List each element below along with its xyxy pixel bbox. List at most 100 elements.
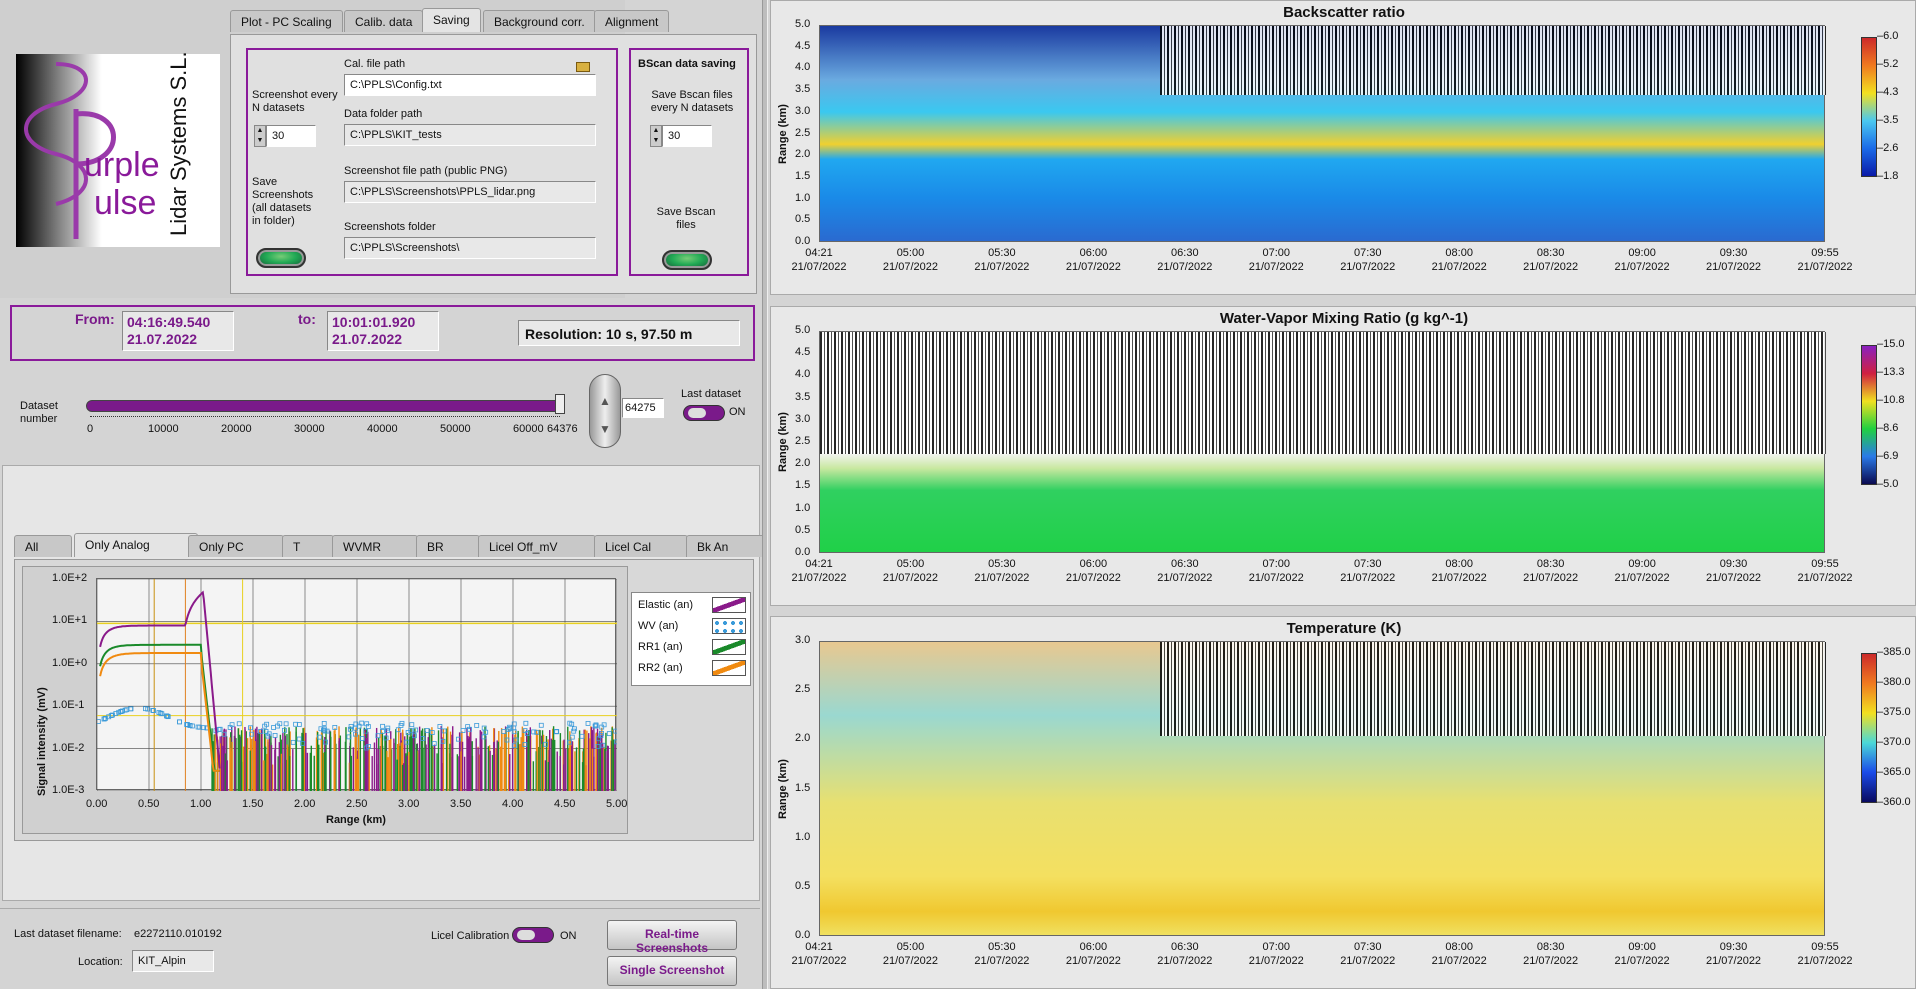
plot-xtick-time: 09:00 — [1628, 558, 1656, 570]
dataset-tick-2: 20000 — [221, 423, 252, 435]
single-screenshot-button[interactable]: Single Screenshot — [607, 956, 737, 986]
save-screenshots-label: Save Screenshots (all datasets in folder… — [252, 176, 314, 227]
plot-xtick-time: 08:00 — [1445, 558, 1473, 570]
legend-label: RR2 (an) — [638, 662, 683, 674]
plot-xtick: 08:00 21/07/2022 — [1431, 557, 1487, 585]
wv-point — [613, 728, 619, 734]
plot-xtick-time: 05:00 — [896, 558, 925, 570]
plot-ytick: 3.0 — [795, 412, 811, 425]
plot-xtick-time: 06:30 — [1171, 247, 1199, 259]
plot-xtick-date: 21/07/2022 — [974, 572, 1030, 584]
tab-only-analog[interactable]: Only Analog — [74, 533, 198, 557]
tab-saving[interactable]: Saving — [422, 8, 481, 32]
plot-xtick: 08:00 21/07/2022 — [1431, 940, 1487, 968]
data-folder-input[interactable]: C:\PPLS\KIT_tests — [344, 124, 596, 146]
tab-background-corr[interactable]: Background corr. — [483, 10, 596, 32]
tab-bk-an[interactable]: Bk An — [686, 535, 766, 557]
tab-br[interactable]: BR — [416, 535, 480, 557]
plot-xtick-date: 21/07/2022 — [1248, 261, 1304, 273]
plot-xtick-time: 04:21 — [805, 941, 833, 953]
screenshot-path-input[interactable]: C:\PPLS\Screenshots\PPLS_lidar.png — [344, 181, 596, 203]
last-dataset-toggle[interactable] — [683, 405, 725, 421]
colorbar-tick: –15.0 — [1877, 338, 1905, 350]
plot-xtick: 08:30 21/07/2022 — [1523, 246, 1579, 274]
plot-xtick-date: 21/07/2022 — [1340, 955, 1396, 967]
signal-xtick: 1.50 — [242, 798, 264, 810]
signal-xtick: 4.50 — [554, 798, 576, 810]
screenshots-folder-input[interactable]: C:\PPLS\Screenshots\ — [344, 237, 596, 259]
tab-licel-off[interactable]: Licel Off_mV — [478, 535, 596, 557]
resolution-display: Resolution: 10 s, 97.50 m — [518, 320, 740, 346]
screenshot-every-spinner[interactable]: ▲ ▼ — [254, 125, 266, 147]
logo-brand-1: urple — [84, 146, 160, 184]
wv-point — [177, 719, 182, 725]
plot-xtick: 06:30 21/07/2022 — [1157, 557, 1213, 585]
save-screenshots-toggle[interactable] — [256, 248, 306, 268]
dataset-stepper[interactable]: ▲ ▼ — [589, 374, 621, 448]
tab-licel-cal[interactable]: Licel Cal — [594, 535, 688, 557]
dataset-tick-0: 0 — [87, 423, 94, 435]
plot-xtick: 09:30 21/07/2022 — [1706, 557, 1762, 585]
legend-swatch — [712, 618, 746, 634]
signal-ytick: 1.0E-3 — [52, 784, 85, 796]
tab-wvmr[interactable]: WVMR — [332, 535, 418, 557]
tab-plot-pc-scaling[interactable]: Plot - PC Scaling — [230, 10, 343, 32]
colorbar-tick: –1.8 — [1877, 170, 1899, 182]
plot-xtick-time: 06:30 — [1171, 558, 1199, 570]
plot-xtick: 09:55 21/07/2022 — [1797, 940, 1853, 968]
to-time-value: 10:01:01.920 — [332, 314, 416, 330]
plot-xtick: 07:00 21/07/2022 — [1248, 246, 1304, 274]
dataset-tick-4: 40000 — [367, 423, 398, 435]
plot-xtick-time: 09:30 — [1719, 941, 1748, 953]
dataset-slider-ticks — [90, 416, 560, 422]
tab-calib-data[interactable]: Calib. data — [344, 10, 424, 32]
plot-xtick-date: 21/07/2022 — [1065, 572, 1121, 584]
to-time: 10:01:01.920 21.07.2022 — [327, 311, 439, 351]
plot-ytick: 3.5 — [795, 390, 811, 403]
screenshot-every-input[interactable]: 30 — [266, 125, 316, 147]
colorbar-tick: –380.0 — [1877, 676, 1911, 688]
plot-xtick-date: 21/07/2022 — [974, 261, 1030, 273]
plot-ytick: 3.0 — [795, 634, 811, 646]
plot-xtick-time: 05:00 — [896, 941, 925, 953]
plot-ytick: 0.5 — [795, 213, 811, 226]
plot-xtick: 07:30 21/07/2022 — [1340, 246, 1396, 274]
plot-xtick-time: 09:00 — [1628, 941, 1656, 953]
tab-alignment[interactable]: Alignment — [594, 10, 670, 32]
dataset-number-input[interactable]: 64275 — [622, 398, 664, 418]
plot-ytick: 1.0 — [795, 501, 811, 514]
plot-ytick: 5.0 — [795, 324, 811, 336]
plot-ylabel: Range (km) — [777, 758, 789, 819]
plot-ytick: 4.0 — [795, 61, 811, 74]
location-value: KIT_Alpin — [132, 950, 214, 972]
colorbar-tick: –13.3 — [1877, 366, 1905, 378]
tab-t[interactable]: T — [282, 535, 334, 557]
cal-file-label: Cal. file path — [344, 58, 406, 70]
last-dataset-state: ON — [729, 406, 746, 418]
folder-icon[interactable] — [576, 62, 590, 72]
bscan-every-spinner[interactable]: ▲ ▼ — [650, 125, 662, 147]
dataset-slider-track[interactable] — [86, 400, 562, 412]
cal-file-input[interactable]: C:\PPLS\Config.txt — [344, 74, 596, 96]
plot-xtick-time: 09:30 — [1719, 558, 1748, 570]
plot-xtick: 09:30 21/07/2022 — [1706, 246, 1762, 274]
plot-xtick: 09:00 21/07/2022 — [1614, 557, 1670, 585]
save-bscan-toggle[interactable] — [662, 250, 712, 270]
colorbar-tick: –385.0 — [1877, 646, 1911, 658]
legend-item: RR2 (an) — [638, 660, 748, 676]
tab-only-pc[interactable]: Only PC — [188, 535, 284, 557]
dataset-slider-thumb[interactable] — [555, 394, 565, 414]
tab-all[interactable]: All — [14, 535, 72, 557]
plot-xtick-date: 21/07/2022 — [1614, 955, 1670, 967]
wv-point — [380, 723, 386, 729]
plot-xtick: 04:21 21/07/2022 — [791, 246, 847, 274]
bscan-every-input[interactable]: 30 — [662, 125, 712, 147]
plot-xtick: 08:30 21/07/2022 — [1523, 940, 1579, 968]
realtime-screenshots-button[interactable]: Real-time Screenshots — [607, 920, 737, 955]
licel-cal-toggle[interactable] — [512, 927, 554, 943]
last-file-label: Last dataset filename: — [14, 928, 122, 940]
dataset-tick-7: 64376 — [547, 423, 578, 435]
plot-ytick: 4.5 — [795, 39, 811, 52]
plot-ytick: 2.0 — [795, 457, 811, 470]
noise-overlay — [1160, 642, 1826, 737]
